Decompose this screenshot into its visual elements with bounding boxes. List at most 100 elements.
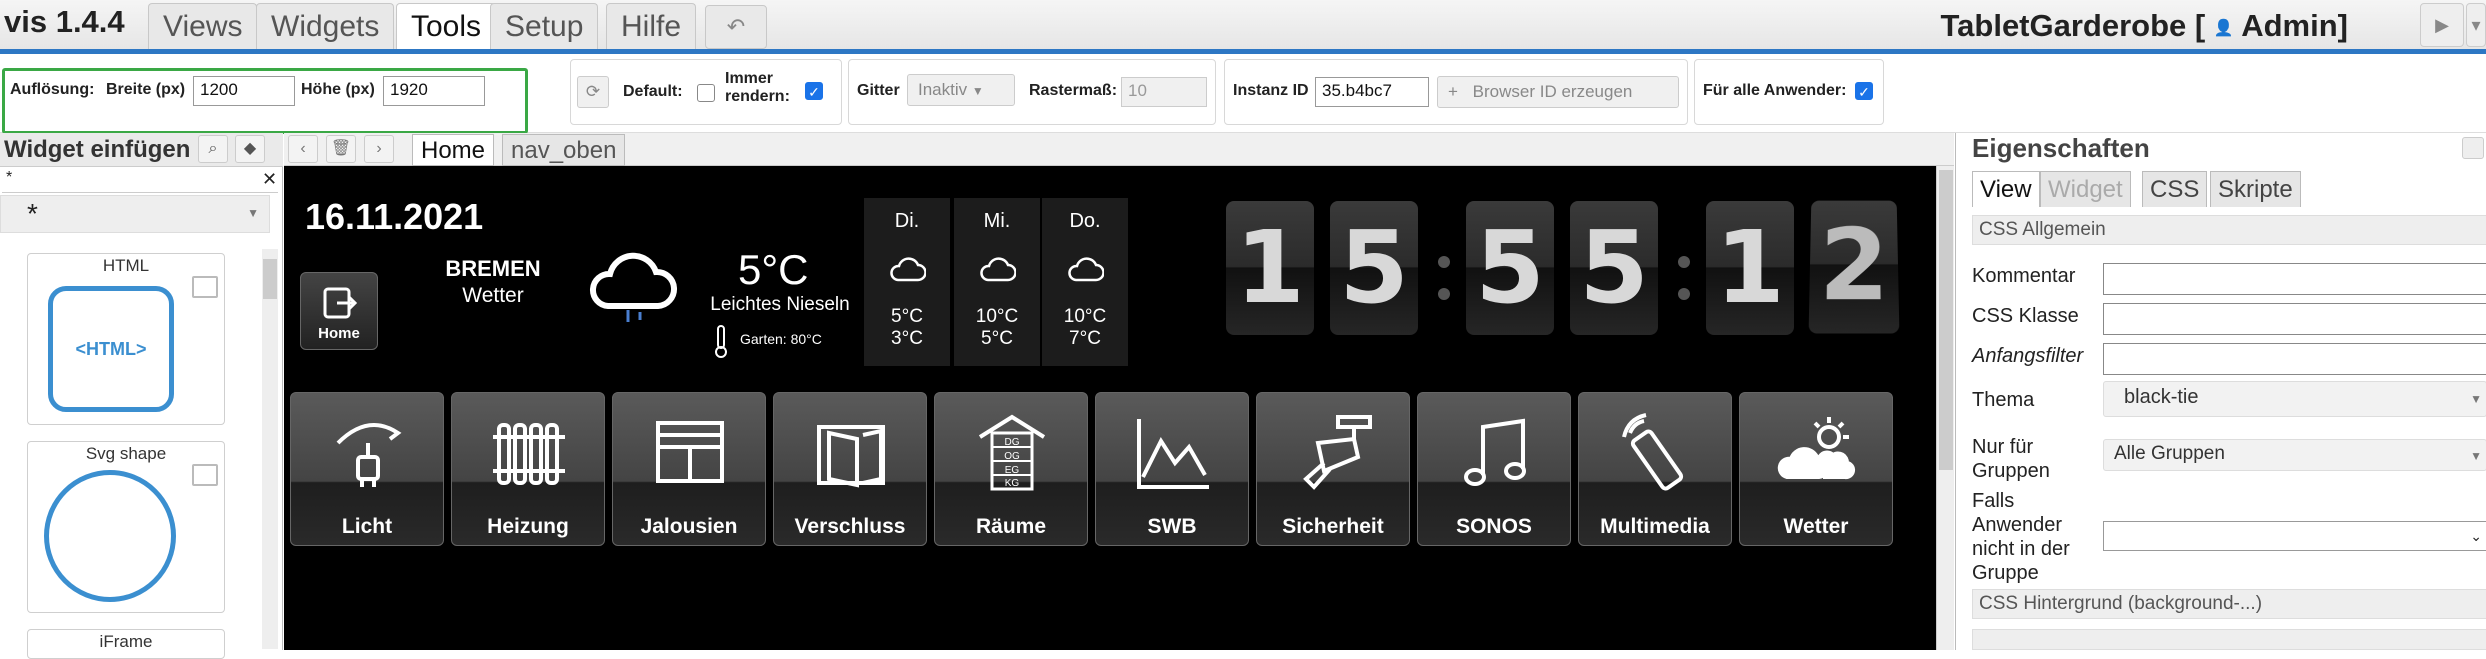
clear-filter-icon[interactable]: ✕ [262, 169, 277, 190]
undo-button[interactable]: ↶ [705, 5, 767, 49]
clock-colon [1674, 240, 1690, 310]
plus-icon: + [1448, 82, 1458, 101]
browser-id-label: Browser ID erzeugen [1472, 82, 1633, 101]
forecast-low: 7°C [1069, 328, 1101, 349]
default-checkbox[interactable] [697, 84, 715, 102]
line-chart-icon [1137, 419, 1209, 489]
tile-label: Multimedia [1600, 515, 1710, 538]
security-camera-icon [1303, 415, 1372, 490]
play-button[interactable]: ▶ [2420, 3, 2464, 47]
comment-input[interactable] [2103, 263, 2486, 295]
top-menu-bar: vis 1.4.4 Views Widgets Tools Setup Hilf… [0, 0, 2486, 54]
chevron-down-icon: ▼ [971, 84, 984, 98]
instance-input[interactable]: 35.b4bc7 [1315, 77, 1429, 107]
prop-tab-view[interactable]: View [1972, 171, 2040, 207]
tile-jalousien[interactable]: Jalousien [612, 392, 766, 546]
play-icon: ▶ [2435, 15, 2449, 35]
tab-setup[interactable]: Setup [490, 3, 599, 49]
always-render-checkbox[interactable]: ✓ [805, 82, 823, 100]
weather-label: Wetter [462, 284, 524, 307]
refresh-button[interactable]: ⟳ [577, 76, 609, 108]
image-icon [192, 276, 218, 298]
tile-multimedia[interactable]: Multimedia [1578, 392, 1732, 546]
floor-label: EG [1005, 465, 1020, 476]
collapse-panel-button[interactable] [2462, 137, 2484, 159]
view-tab-nav-oben[interactable]: nav_oben [502, 134, 626, 166]
home-button[interactable]: Home [300, 272, 378, 350]
filter-label: Anfangsfilter [1972, 345, 2084, 367]
tile-verschluss[interactable]: Verschluss [773, 392, 927, 546]
rain-cloud-icon [590, 252, 677, 322]
chevron-down-icon: ▼ [2470, 392, 2482, 406]
chevron-right-icon: › [376, 140, 382, 157]
tab-tools[interactable]: Tools [396, 3, 497, 49]
widget-card-iframe[interactable]: iFrame [27, 629, 225, 659]
view-prev-button[interactable]: ‹ [288, 135, 318, 163]
radiator-icon [493, 423, 565, 485]
groups-select[interactable]: Alle Gruppen ▼ [2103, 439, 2486, 471]
groups-select-value: Alle Gruppen [2114, 443, 2225, 464]
view-next-button[interactable]: › [364, 135, 394, 163]
groups-label: Nur für Gruppen [1972, 436, 2050, 482]
search-icon: ⌕ [208, 140, 218, 157]
tab-widgets[interactable]: Widgets [256, 3, 395, 49]
css-class-input[interactable] [2103, 303, 2486, 335]
tab-hilfe[interactable]: Hilfe [606, 3, 697, 49]
tile-sicherheit[interactable]: Sicherheit [1256, 392, 1410, 546]
tag-icon: ◆ [243, 140, 257, 157]
view-delete-button[interactable]: 🗑 [326, 135, 356, 163]
render-options-box: ⟳ Default: Immer rendern: ✓ [570, 59, 842, 125]
city-name: BREMEN [445, 256, 541, 281]
prop-tab-css[interactable]: CSS [2142, 171, 2208, 207]
filter-input[interactable] [2103, 343, 2486, 375]
canvas-scrollbar[interactable] [1936, 166, 1954, 650]
theme-select-value: black-tie [2124, 386, 2199, 408]
forecast-day-label: Do. [1069, 210, 1101, 232]
grid-select[interactable]: Inaktiv ▼ [907, 74, 1015, 106]
widget-card-html[interactable]: HTML <HTML> [27, 253, 225, 425]
section-css-background[interactable]: CSS Hintergrund (background-...) [1972, 589, 2486, 619]
theme-label: Thema [1972, 389, 2035, 411]
menu-dropdown-button[interactable]: ▾ [2466, 3, 2486, 47]
clock-digit: 1 [1226, 201, 1314, 335]
palette-scrollbar[interactable] [262, 249, 278, 649]
widget-set-select[interactable]: * ▼ [0, 195, 270, 233]
not-in-group-select[interactable]: ⌄ [2103, 521, 2486, 551]
prop-tab-skripte[interactable]: Skripte [2210, 171, 2301, 207]
floor-label: DG [1005, 437, 1020, 448]
section-css-general[interactable]: CSS Allgemein [1972, 215, 2486, 245]
theme-select[interactable]: black-tie ▼ [2103, 381, 2486, 417]
forecast-day-label: Di. [894, 210, 920, 232]
prop-tab-widget[interactable]: Widget [2040, 171, 2131, 207]
tile-licht[interactable]: Licht [290, 392, 444, 546]
tile-wetter[interactable]: Wetter [1739, 392, 1893, 546]
tag-button[interactable]: ◆ [235, 135, 265, 163]
widget-name: HTML [102, 256, 150, 275]
window-open-icon [817, 425, 885, 488]
widget-filter-input[interactable]: * [2, 169, 278, 193]
tile-label: Räume [975, 515, 1047, 538]
tile-raeume[interactable]: DG OG EG KG Räume [934, 392, 1088, 546]
raster-input[interactable]: 10 [1121, 77, 1207, 107]
instance-box: Instanz ID 35.b4bc7 + Browser ID erzeuge… [1224, 59, 1688, 125]
undo-icon: ↶ [726, 14, 746, 39]
tile-sonos[interactable]: SONOS [1417, 392, 1571, 546]
browser-id-button[interactable]: + Browser ID erzeugen [1437, 76, 1679, 108]
forecast-low: 5°C [981, 328, 1013, 349]
grid-label: Gitter [857, 82, 900, 99]
all-users-checkbox[interactable]: ✓ [1855, 82, 1873, 100]
tab-views[interactable]: Views [148, 3, 258, 49]
refresh-icon: ⟳ [585, 82, 601, 101]
section-next[interactable] [1972, 629, 2486, 650]
forecast-high: 5°C [891, 306, 923, 327]
grid-select-value: Inaktiv [918, 80, 968, 99]
garden-temperature: Garten: 80°C [740, 331, 822, 347]
tile-swb[interactable]: SWB [1095, 392, 1249, 546]
view-tab-home[interactable]: Home [412, 134, 495, 166]
clock-colon [1434, 240, 1450, 310]
widget-card-svg-shape[interactable]: Svg shape [27, 441, 225, 613]
tile-heizung[interactable]: Heizung [451, 392, 605, 546]
widget-palette-header: Widget einfügen ⌕ ◆ [0, 133, 283, 167]
home-exit-icon [323, 287, 358, 319]
search-button[interactable]: ⌕ [198, 135, 228, 163]
